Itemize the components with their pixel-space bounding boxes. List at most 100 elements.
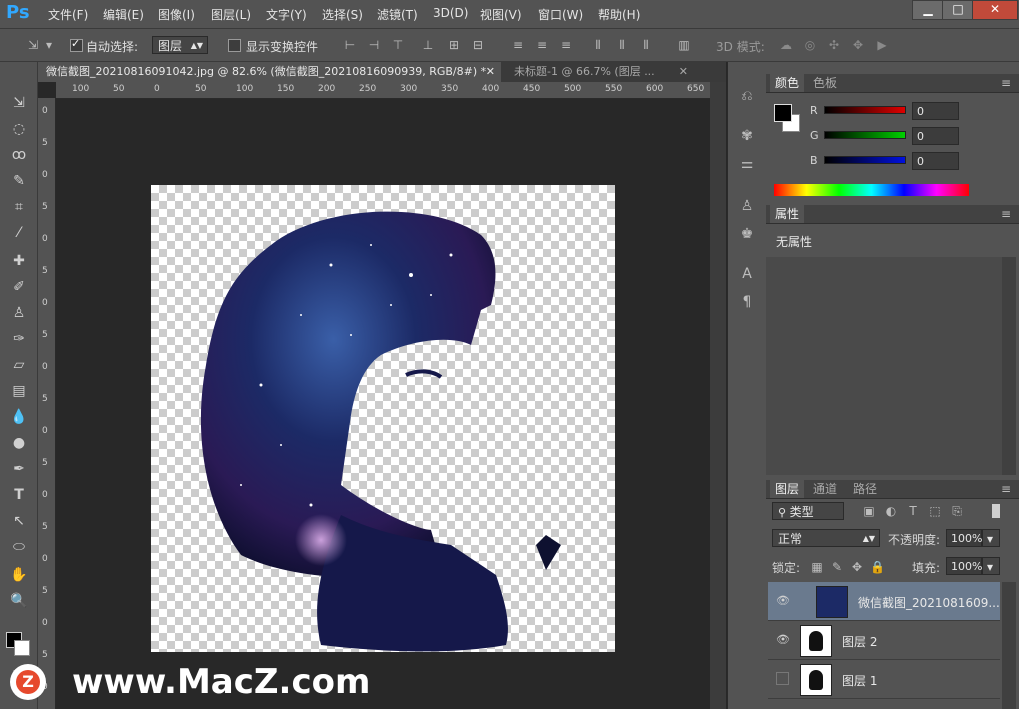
tab-swatches[interactable]: 色板 [808,74,842,92]
video-camera-icon[interactable]: ▶ [874,37,890,53]
tab-channels[interactable]: 通道 [808,480,842,498]
layers-scrollbar[interactable] [1002,582,1016,709]
channel-r-slider[interactable] [824,106,906,114]
auto-select-dropdown[interactable]: 图层 ▲▼ [152,36,208,54]
channel-r-input[interactable]: 0 [912,102,959,120]
filter-toggle[interactable] [992,504,1000,518]
properties-scrollbar[interactable] [1002,257,1016,475]
tab-properties[interactable]: 属性 [770,205,805,223]
lock-position-icon[interactable]: ✥ [850,559,864,575]
eyedropper-tool-icon[interactable]: ⁄ [8,222,30,244]
channel-b-slider[interactable] [824,156,906,164]
distribute-top-icon[interactable]: ≡ [510,37,526,53]
opacity-dropdown[interactable]: ▾ [982,529,1000,547]
dodge-tool-icon[interactable]: ● [8,432,30,454]
blend-mode-dropdown[interactable]: 正常 ▲▼ [772,529,880,547]
background-color-swatch[interactable] [14,640,30,656]
eye-icon[interactable]: 👁 [776,594,790,608]
eraser-tool-icon[interactable]: ▱ [8,354,30,376]
brush-preset-icon[interactable]: ✾ [736,128,758,144]
close-icon[interactable]: ✕ [486,62,495,82]
blur-tool-icon[interactable]: 💧 [8,406,30,428]
menu-view[interactable]: 视图(V) [480,6,522,23]
crop-tool-icon[interactable]: ⌗ [8,196,30,218]
channel-b-input[interactable]: 0 [912,152,959,170]
tab-color[interactable]: 颜色 [770,74,805,92]
layer-filter-dropdown[interactable]: ⚲ 类型 [772,502,844,520]
clone-stamp-tool-icon[interactable]: ♙ [8,302,30,324]
close-icon[interactable]: ✕ [679,62,688,82]
hand-tool-icon[interactable]: ✋ [8,564,30,586]
healing-brush-tool-icon[interactable]: ✚ [8,250,30,272]
menu-3d[interactable]: 3D(D) [433,6,468,20]
color-spectrum-bar[interactable] [774,184,969,196]
visibility-toggle[interactable] [776,672,789,685]
history-icon[interactable]: ⎌ [736,88,758,104]
tab-document-1[interactable]: 微信截图_20210816091042.jpg @ 82.6% (微信截图_20… [38,62,501,82]
clone-source-icon[interactable]: ♙ [736,198,758,214]
layer-row[interactable]: 图层 1 [768,660,1000,699]
lock-all-icon[interactable]: 🔒 [870,559,885,575]
opacity-input[interactable]: 100% [946,529,982,547]
drag-3d-icon[interactable]: ✣ [826,37,842,53]
auto-select-checkbox[interactable]: ✓ [70,37,83,52]
marquee-tool-icon[interactable]: ◌ [8,118,30,140]
fill-input[interactable]: 100% [946,557,982,575]
menu-filter[interactable]: 滤镜(T) [377,6,418,23]
tab-paths[interactable]: 路径 [848,480,882,498]
panel-menu-icon[interactable]: ≡ [999,75,1013,91]
lasso-tool-icon[interactable]: ꝏ [8,144,30,166]
layer-row-selected[interactable]: 👁 微信截图_2021081609... [768,582,1000,621]
tool-presets-icon[interactable]: ♚ [736,226,758,242]
pen-tool-icon[interactable]: ✒ [8,458,30,480]
type-tool-icon[interactable]: T [8,484,30,506]
menu-file[interactable]: 文件(F) [48,6,88,23]
panel-menu-icon[interactable]: ≡ [999,481,1013,497]
tab-document-2[interactable]: 未标题-1 @ 66.7% (图层 ... ✕ [506,62,694,82]
show-transform-checkbox[interactable] [228,39,241,52]
auto-align-icon[interactable]: ▥ [676,37,692,53]
menu-window[interactable]: 窗口(W) [538,6,583,23]
filter-smart-object-icon[interactable]: ⎘ [950,503,964,519]
align-center-icon[interactable]: ⊣ [366,37,382,53]
layer-row[interactable]: 👁 图层 2 [768,621,1000,660]
distribute-bottom-icon[interactable]: ≡ [558,37,574,53]
quick-select-tool-icon[interactable]: ✎ [8,170,30,192]
menu-select[interactable]: 选择(S) [322,6,363,23]
lock-image-icon[interactable]: ✎ [830,559,844,575]
chevron-down-icon[interactable]: ▾ [44,37,54,53]
brush-tool-icon[interactable]: ✐ [8,276,30,298]
menu-edit[interactable]: 编辑(E) [103,6,144,23]
filter-pixel-icon[interactable]: ▣ [862,503,876,519]
distribute-left-icon[interactable]: ⫴ [590,37,606,53]
tab-layers[interactable]: 图层 [770,480,805,498]
align-left-icon[interactable]: ⊢ [342,37,358,53]
vertical-scrollbar[interactable] [710,82,726,709]
align-bottom-icon[interactable]: ⊟ [470,37,486,53]
slide-3d-icon[interactable]: ✥ [850,37,866,53]
distribute-center-icon[interactable]: ⫴ [614,37,630,53]
align-right-icon[interactable]: ⊤ [390,37,406,53]
filter-type-icon[interactable]: T [906,503,920,519]
close-button[interactable]: ✕ [972,0,1018,20]
menu-help[interactable]: 帮助(H) [598,6,640,23]
foreground-color-swatch[interactable] [774,104,792,122]
move-tool-icon[interactable]: ⇲ [22,37,44,53]
menu-image[interactable]: 图像(I) [158,6,195,23]
history-brush-tool-icon[interactable]: ✑ [8,328,30,350]
zoom-tool-icon[interactable]: 🔍 [8,590,30,612]
distribute-middle-icon[interactable]: ≡ [534,37,550,53]
filter-shape-icon[interactable]: ⬚ [928,503,942,519]
menu-type[interactable]: 文字(Y) [266,6,307,23]
menu-layer[interactable]: 图层(L) [211,6,251,23]
path-select-tool-icon[interactable]: ↖ [8,510,30,532]
channel-g-input[interactable]: 0 [912,127,959,145]
channel-g-slider[interactable] [824,131,906,139]
align-top-icon[interactable]: ⊥ [420,37,436,53]
adjustments-icon[interactable]: ⚌ [736,156,758,172]
distribute-right-icon[interactable]: ⫴ [638,37,654,53]
eye-icon[interactable]: 👁 [776,633,790,647]
shape-tool-icon[interactable]: ⬭ [8,536,30,558]
character-icon[interactable]: A [736,266,758,282]
align-middle-icon[interactable]: ⊞ [446,37,462,53]
